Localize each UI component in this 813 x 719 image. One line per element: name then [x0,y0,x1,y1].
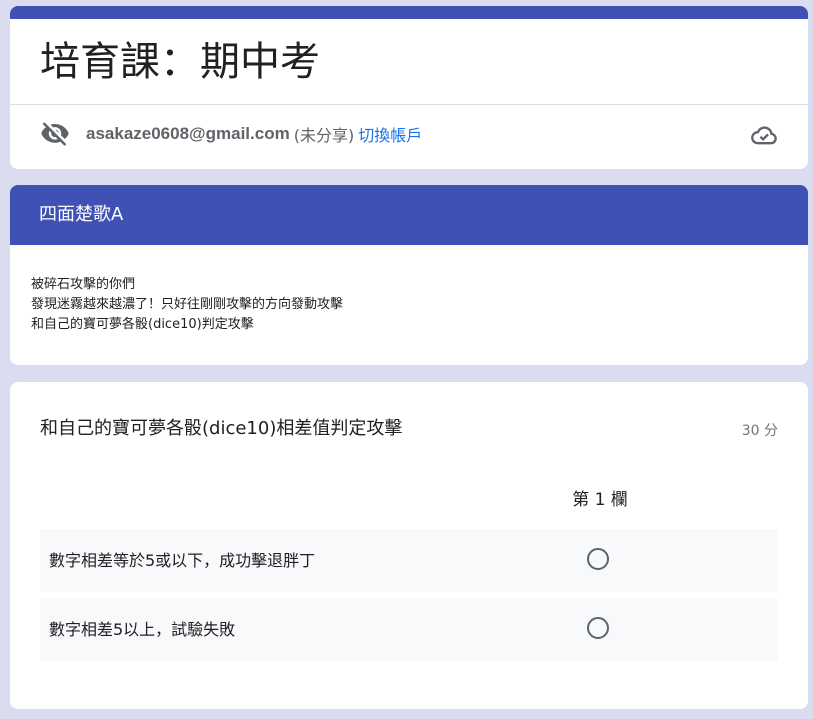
form-header-card: 培育課：期中考 asakaze0608@gmail.com (未分享) 切換帳戶 [10,6,808,169]
cloud-done-icon [751,126,777,145]
form-title: 培育課：期中考 [40,39,320,85]
header-divider [10,104,808,105]
section-description-line: 和自己的寶可夢各骰(dice10)判定攻擊 [31,317,254,332]
grid-row: 數字相差5以上，試驗失敗 [40,598,778,661]
section-title: 四面楚歌A [10,185,808,245]
grid-row-label: 數字相差5以上，試驗失敗 [49,620,236,639]
section-description-line: 發現迷霧越來越濃了！只好往剛剛攻擊的方向發動攻擊 [31,297,344,312]
grid-row: 數字相差等於5或以下，成功擊退胖丁 [40,529,778,592]
account-email: asakaze0608@gmail.com [86,124,290,143]
account-share-status: (未分享) [293,126,355,145]
grid-column-header: 第 1 欄 [572,490,628,510]
account-row: asakaze0608@gmail.com (未分享) 切換帳戶 [40,118,422,150]
switch-account-link[interactable]: 切換帳戶 [358,122,422,146]
grid-row-label: 數字相差等於5或以下，成功擊退胖丁 [49,551,316,570]
section-card: 四面楚歌A 被碎石攻擊的你們 發現迷霧越來越濃了！只好往剛剛攻擊的方向發動攻擊 … [10,185,808,365]
section-description-line: 被碎石攻擊的你們 [31,277,136,292]
header-accent-bar [10,6,808,19]
section-description: 被碎石攻擊的你們 發現迷霧越來越濃了！只好往剛剛攻擊的方向發動攻擊 和自己的寶可… [31,275,343,335]
grid-radio-button[interactable] [587,617,609,639]
question-card: 和自己的寶可夢各骰(dice10)相差值判定攻擊 30 分 第 1 欄 數字相差… [10,382,808,709]
grid-radio-button[interactable] [587,548,609,570]
question-points: 30 分 [741,423,778,439]
question-title: 和自己的寶可夢各骰(dice10)相差值判定攻擊 [40,418,403,439]
visibility-off-icon [41,122,69,146]
